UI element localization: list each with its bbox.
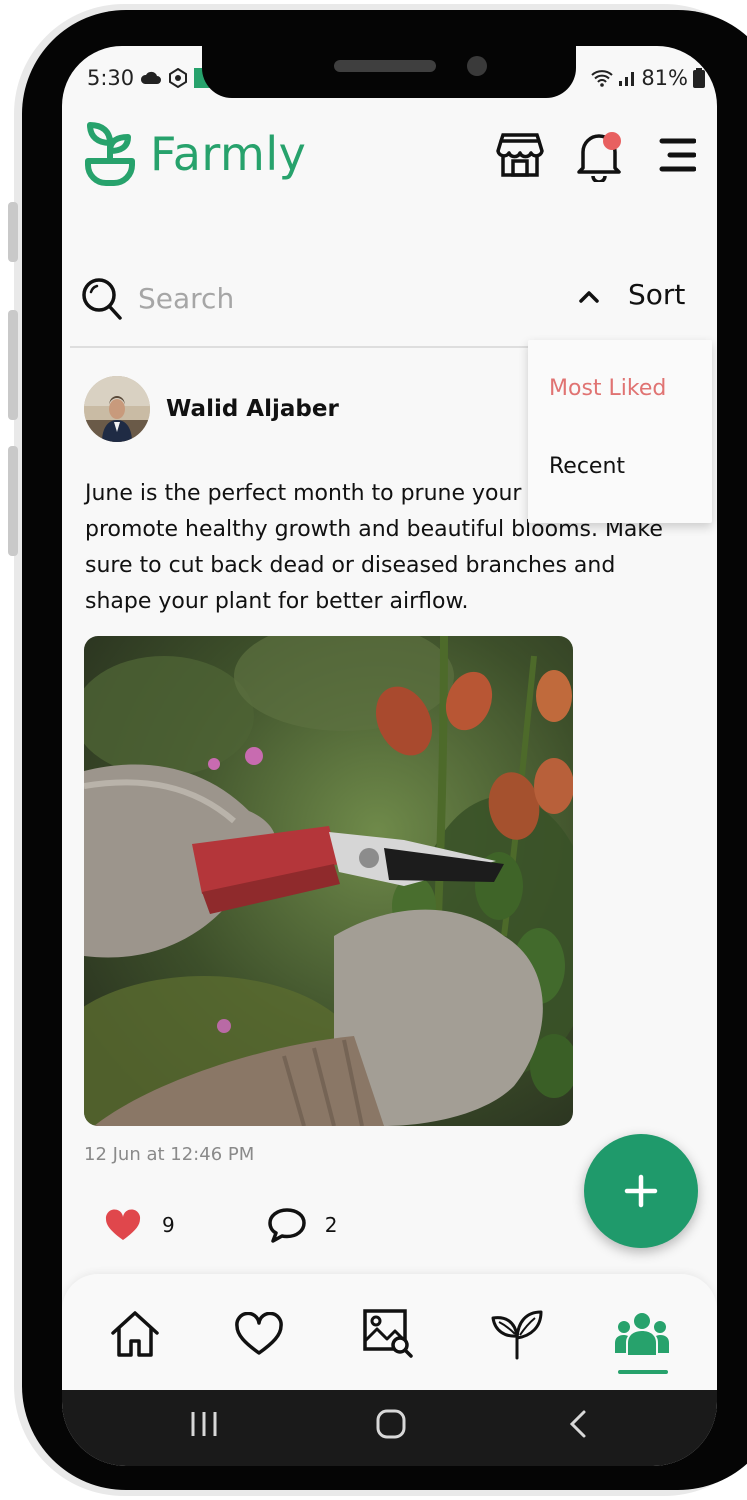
app-name: Farmly bbox=[150, 127, 307, 181]
app-screen: 5:30 81% Farmly Search Sort Walid Aljabe… bbox=[62, 46, 717, 1466]
post-author[interactable]: Walid Aljaber bbox=[166, 396, 339, 422]
avatar-photo bbox=[84, 376, 150, 442]
status-bar-left: 5:30 bbox=[87, 66, 211, 90]
like-count: 9 bbox=[162, 1213, 175, 1237]
phone-camera bbox=[467, 56, 487, 76]
sort-dropdown: Most Liked Recent bbox=[528, 340, 712, 523]
phone-speaker bbox=[334, 60, 436, 72]
sprout-logo-icon bbox=[85, 122, 135, 186]
sort-button[interactable]: Sort bbox=[628, 278, 685, 311]
nav-plants[interactable] bbox=[487, 1304, 547, 1364]
search-row bbox=[62, 276, 717, 346]
recent-apps-icon[interactable] bbox=[188, 1408, 220, 1440]
search-divider bbox=[70, 346, 540, 348]
sprout-icon bbox=[491, 1310, 543, 1360]
post-timestamp: 12 Jun at 12:46 PM bbox=[84, 1144, 255, 1165]
bell-icon bbox=[577, 132, 621, 184]
cloud-icon bbox=[141, 71, 162, 84]
menu-button[interactable] bbox=[658, 138, 697, 176]
phone-notch bbox=[202, 46, 576, 98]
avatar[interactable] bbox=[84, 376, 150, 442]
app-logo[interactable]: Farmly bbox=[82, 121, 306, 187]
home-icon bbox=[111, 1311, 159, 1357]
store-button[interactable] bbox=[496, 131, 544, 183]
signal-icon bbox=[619, 72, 635, 86]
nav-community[interactable] bbox=[612, 1304, 672, 1364]
phone-side-button bbox=[8, 310, 18, 420]
post-reactions: 9 2 bbox=[104, 1206, 337, 1244]
wifi-icon bbox=[591, 70, 613, 87]
nav-home[interactable] bbox=[105, 1304, 165, 1364]
notifications-button[interactable] bbox=[574, 128, 624, 186]
bottom-nav bbox=[62, 1274, 717, 1390]
image-search-icon bbox=[363, 1309, 413, 1358]
sort-option-most-liked[interactable]: Most Liked bbox=[549, 376, 666, 401]
comment-count: 2 bbox=[324, 1213, 338, 1237]
phone-side-button bbox=[8, 446, 18, 556]
back-icon[interactable] bbox=[566, 1408, 590, 1440]
status-bar-right: 81% bbox=[591, 66, 705, 90]
comment-button-icon[interactable] bbox=[267, 1206, 307, 1244]
add-post-button[interactable] bbox=[584, 1134, 698, 1248]
store-icon bbox=[496, 133, 544, 177]
phone-side-button bbox=[8, 202, 18, 262]
heart-icon bbox=[235, 1312, 283, 1355]
nav-favorites[interactable] bbox=[229, 1304, 289, 1364]
nav-image-search[interactable] bbox=[358, 1304, 418, 1364]
chevron-up-icon[interactable] bbox=[578, 288, 600, 304]
app-notification-icon bbox=[169, 68, 188, 88]
like-button-icon[interactable] bbox=[104, 1208, 142, 1242]
sort-option-recent[interactable]: Recent bbox=[549, 454, 625, 479]
home-system-icon[interactable] bbox=[374, 1408, 408, 1440]
post-image[interactable] bbox=[84, 636, 573, 1126]
community-icon bbox=[615, 1313, 669, 1355]
status-time: 5:30 bbox=[87, 66, 135, 90]
system-navigation-bar bbox=[62, 1390, 717, 1466]
battery-percent: 81% bbox=[641, 66, 688, 90]
plus-icon bbox=[624, 1174, 658, 1208]
search-icon bbox=[82, 278, 122, 320]
pruning-photo bbox=[84, 636, 573, 1126]
search-input[interactable] bbox=[138, 276, 468, 320]
active-tab-indicator bbox=[618, 1370, 668, 1374]
battery-icon bbox=[693, 68, 705, 88]
hamburger-menu-icon bbox=[659, 138, 697, 172]
